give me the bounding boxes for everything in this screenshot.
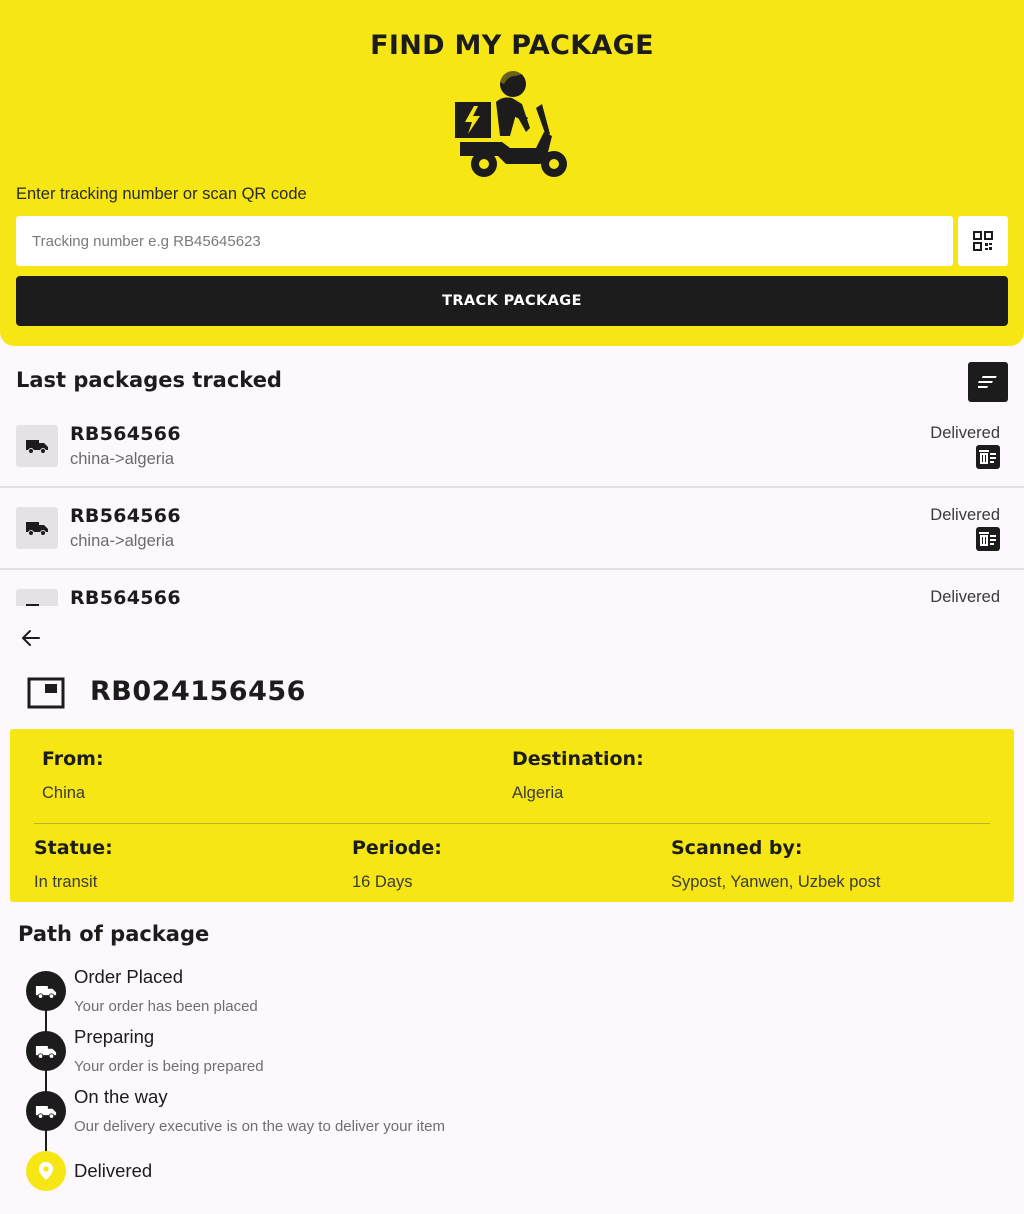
- package-number: RB564566: [70, 423, 181, 445]
- status-label: Statue:: [34, 837, 113, 859]
- package-status: Delivered: [930, 588, 1000, 606]
- history-item[interactable]: RB564566 Delivered: [0, 570, 1024, 606]
- trash-list-icon: [979, 450, 996, 464]
- truck-icon: [35, 1105, 57, 1119]
- period-value: 16 Days: [352, 873, 413, 891]
- scan-qr-button[interactable]: [958, 216, 1008, 266]
- package-route: china->algeria: [70, 450, 175, 468]
- scanned-by-label: Scanned by:: [671, 837, 803, 859]
- path-heading: Path of package: [18, 922, 210, 946]
- package-status: Delivered: [930, 506, 1000, 524]
- truck-icon: [35, 1045, 57, 1059]
- period-label: Periode:: [352, 837, 442, 859]
- truck-icon: [35, 985, 57, 999]
- list-icon: [978, 376, 997, 388]
- status-value: In transit: [34, 873, 98, 891]
- package-label-icon: [27, 677, 65, 709]
- list-view-button[interactable]: [968, 362, 1008, 402]
- package-status: Delivered: [930, 424, 1000, 442]
- tracking-prompt: Enter tracking number or scan QR code: [16, 185, 307, 203]
- qr-code-icon: [973, 231, 993, 251]
- destination-label: Destination:: [512, 748, 644, 770]
- history-item[interactable]: RB564566 china->algeria Delivered: [0, 406, 1024, 488]
- package-info-card: From: China Destination: Algeria Statue:…: [10, 729, 1014, 902]
- history-list: RB564566 china->algeria Delivered RB5645…: [0, 406, 1024, 606]
- step-title: Order Placed: [74, 966, 183, 987]
- timeline-connector: [45, 1010, 47, 1032]
- timeline-step-marker: [26, 971, 66, 1011]
- delete-history-button[interactable]: [976, 445, 1000, 469]
- timeline-step-marker: [26, 1031, 66, 1071]
- timeline-step-marker: [26, 1091, 66, 1131]
- package-route: china->algeria: [70, 532, 175, 550]
- truck-icon: [16, 507, 58, 549]
- package-number: RB564566: [70, 587, 181, 606]
- step-title: Preparing: [74, 1026, 155, 1047]
- timeline-step-marker: [26, 1151, 66, 1191]
- arrow-left-icon: [22, 630, 40, 646]
- tracking-number-input[interactable]: [16, 216, 953, 266]
- delete-history-button[interactable]: [976, 527, 1000, 551]
- timeline-connector: [45, 1130, 47, 1152]
- truck-icon: [16, 589, 58, 606]
- page-title: FIND MY PACKAGE: [370, 30, 654, 61]
- search-header: FIND MY PACKAGE Enter tracking number or…: [0, 0, 1024, 346]
- detail-package-number: RB024156456: [90, 676, 306, 707]
- location-pin-icon: [39, 1162, 53, 1180]
- step-title: On the way: [74, 1086, 168, 1107]
- step-description: Your order has been placed: [74, 998, 258, 1015]
- delivery-scooter-icon: [455, 70, 567, 177]
- destination-value: Algeria: [512, 784, 564, 802]
- package-number: RB564566: [70, 505, 181, 527]
- history-item[interactable]: RB564566 china->algeria Delivered: [0, 488, 1024, 570]
- track-package-button[interactable]: TRACK PACKAGE: [16, 276, 1008, 326]
- step-title: Delivered: [74, 1160, 153, 1181]
- history-heading: Last packages tracked: [16, 368, 282, 392]
- timeline-connector: [45, 1070, 47, 1092]
- trash-list-icon: [979, 532, 996, 546]
- truck-icon: [16, 425, 58, 467]
- step-description: Our delivery executive is on the way to …: [74, 1118, 445, 1135]
- back-button[interactable]: [18, 625, 44, 651]
- info-divider: [34, 823, 990, 824]
- scanned-by-value: Sypost, Yanwen, Uzbek post: [671, 873, 881, 891]
- from-label: From:: [42, 748, 104, 770]
- step-description: Your order is being prepared: [74, 1058, 264, 1075]
- from-value: China: [42, 784, 86, 802]
